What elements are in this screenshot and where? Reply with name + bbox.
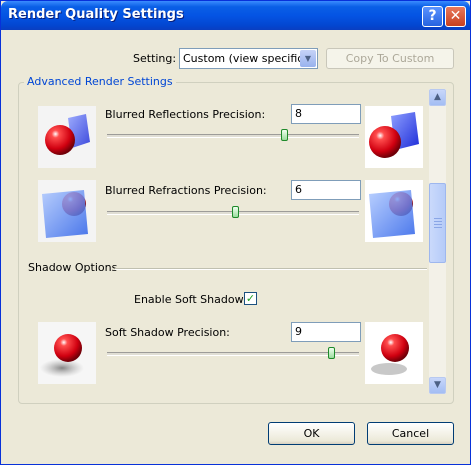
chevron-down-icon: ▼ (434, 380, 441, 390)
ok-button[interactable]: OK (268, 422, 355, 445)
chevron-down-icon[interactable]: ▼ (300, 50, 316, 67)
reflections-precision-input[interactable]: 8 (291, 104, 361, 124)
enable-soft-shadows-checkbox[interactable]: ✓ (244, 292, 257, 305)
shadow-options-label: Shadow Options (28, 261, 118, 274)
refractions-low-preview (38, 180, 96, 242)
soft-shadow-precision-input[interactable]: 9 (291, 322, 361, 342)
shadow-high-preview (365, 322, 423, 384)
section-divider (115, 268, 427, 270)
shadow-low-preview (38, 322, 96, 384)
reflections-low-preview (38, 106, 96, 168)
scrollbar-thumb[interactable] (429, 183, 446, 263)
setting-dropdown[interactable]: Custom (view specific) ▼ (179, 48, 318, 69)
scroll-up-button[interactable]: ▲ (429, 89, 446, 106)
chevron-up-icon: ▲ (434, 92, 441, 102)
setting-label: Setting: (133, 52, 177, 65)
soft-shadow-slider-track[interactable] (107, 352, 359, 356)
soft-shadows-label: Enable Soft Shadows: (134, 293, 254, 306)
cancel-button[interactable]: Cancel (367, 422, 454, 445)
soft-shadow-slider-thumb[interactable] (328, 347, 335, 359)
close-icon: ✕ (449, 8, 462, 24)
group-title: Advanced Render Settings (24, 75, 176, 88)
refractions-label: Blurred Refractions Precision: (105, 184, 267, 197)
vertical-scrollbar[interactable]: ▲ ▼ (429, 89, 446, 394)
title-bar[interactable]: Render Quality Settings ? ✕ (1, 1, 470, 30)
scroll-down-button[interactable]: ▼ (429, 377, 446, 394)
refractions-slider-thumb[interactable] (232, 206, 239, 218)
refractions-high-preview (365, 180, 423, 242)
check-icon: ✓ (245, 292, 256, 305)
refractions-precision-input[interactable]: 6 (291, 180, 361, 200)
render-quality-dialog: Render Quality Settings ? ✕ Setting: Cus… (0, 0, 471, 465)
help-icon: ? (428, 8, 437, 24)
setting-value: Custom (view specific) (183, 52, 308, 65)
reflections-high-preview (365, 106, 423, 168)
copy-to-custom-button[interactable]: Copy To Custom (326, 48, 454, 69)
close-button[interactable]: ✕ (445, 6, 466, 27)
reflections-slider-thumb[interactable] (281, 129, 288, 141)
soft-shadow-precision-label: Soft Shadow Precision: (105, 326, 230, 339)
reflections-label: Blurred Reflections Precision: (105, 108, 266, 121)
reflections-slider-track[interactable] (107, 134, 359, 138)
window-title: Render Quality Settings (8, 7, 184, 22)
dialog-body: Setting: Custom (view specific) ▼ Copy T… (4, 30, 467, 462)
help-button[interactable]: ? (422, 6, 443, 27)
